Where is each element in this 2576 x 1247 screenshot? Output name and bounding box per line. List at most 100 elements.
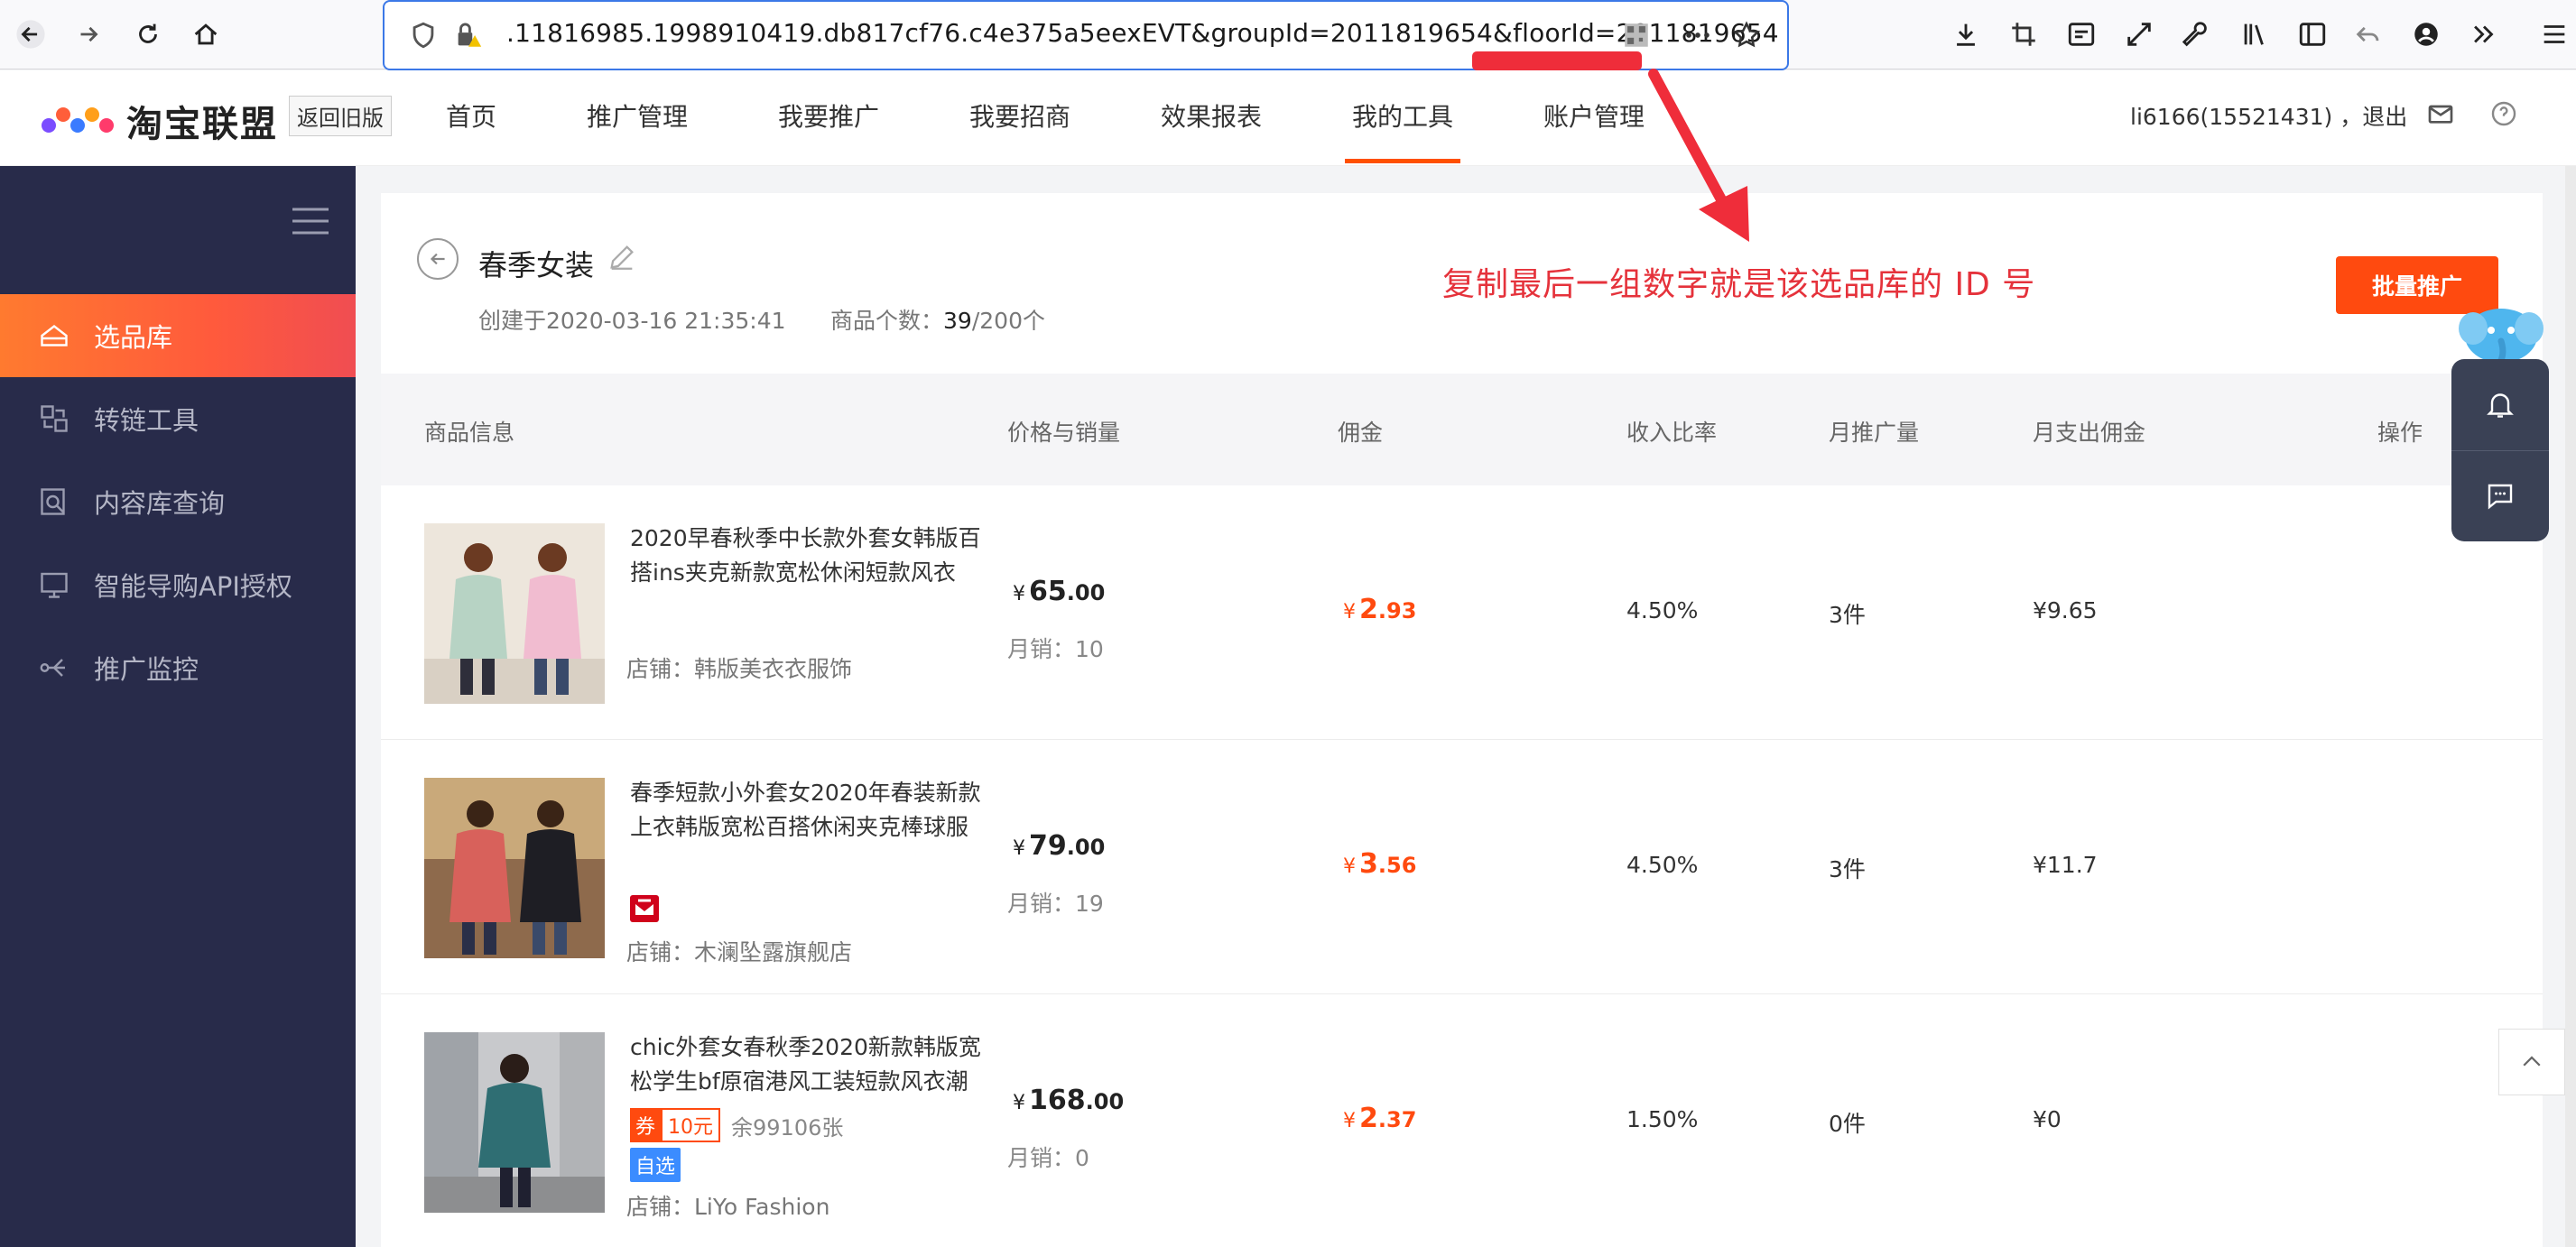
product-thumbnail[interactable] bbox=[424, 778, 605, 958]
library-box-icon bbox=[38, 319, 70, 352]
coupon-value: 10元 bbox=[661, 1108, 721, 1142]
created-time: 创建于2020-03-16 21:35:41 bbox=[478, 308, 786, 334]
shop-name[interactable]: 店铺：LiYo Fashion bbox=[626, 1189, 829, 1222]
col-income-rate: 收入比率 bbox=[1626, 420, 1718, 446]
shop-name[interactable]: 店铺：木澜坠露旗舰店 bbox=[626, 935, 852, 967]
panel-divider bbox=[2451, 450, 2549, 451]
logo-icon bbox=[42, 107, 114, 133]
col-product-info: 商品信息 bbox=[424, 420, 515, 446]
url-bar[interactable]: .11816985.1998910419.db817cf76.c4e375a5e… bbox=[383, 0, 1789, 70]
site-header: 淘宝联盟 返回旧版 首页 推广管理 我要推广 我要招商 效果报表 我的工具 账户… bbox=[0, 70, 2576, 166]
item-count: 商品个数：39/200个 bbox=[830, 308, 1045, 334]
page-scrollbar[interactable] bbox=[2565, 166, 2576, 1247]
sidebar-item-link-tool[interactable]: 转链工具 bbox=[0, 377, 356, 460]
user-info-logout[interactable]: li6166(15521431) ，退出 bbox=[2130, 99, 2407, 132]
coupon-tag[interactable]: 券 10元 余99106张 bbox=[630, 1108, 843, 1142]
more-dots-icon[interactable] bbox=[1682, 20, 1713, 51]
product-title[interactable]: 春季短款小外套女2020年春装新款上衣韩版宽松百搭休闲夹克棒球服 bbox=[630, 776, 982, 845]
nav-promote[interactable]: 我要推广 bbox=[778, 97, 879, 134]
coupon-remaining: 余99106张 bbox=[731, 1114, 844, 1141]
product-thumbnail[interactable] bbox=[424, 1032, 605, 1213]
commission: ¥3.56 bbox=[1343, 848, 1417, 880]
sidebar-toggle-icon[interactable] bbox=[2293, 14, 2332, 54]
table-row[interactable]: chic外套女春秋季2020新款韩版宽松学生bf原宿港风工装短款风衣潮 券 10… bbox=[381, 994, 2543, 1247]
product-price: ¥168.00 bbox=[1013, 1085, 1125, 1116]
income-rate: 4.50% bbox=[1626, 597, 1699, 624]
col-commission: 佣金 bbox=[1338, 420, 1384, 446]
collapse-menu-icon[interactable] bbox=[291, 206, 330, 236]
nav-account[interactable]: 账户管理 bbox=[1543, 97, 1645, 134]
mail-icon[interactable] bbox=[2426, 99, 2455, 128]
account-icon[interactable] bbox=[2406, 14, 2446, 54]
product-title[interactable]: chic外套女春秋季2020新款韩版宽松学生bf原宿港风工装短款风衣潮 bbox=[630, 1030, 982, 1099]
sidebar-item-label: 选品库 bbox=[94, 322, 173, 353]
crop-icon[interactable] bbox=[2004, 14, 2043, 54]
bookmark-star-icon[interactable] bbox=[1731, 20, 1762, 51]
monthly-promo-count: 3件 bbox=[1829, 602, 1866, 628]
floating-tool-panel bbox=[2451, 359, 2549, 541]
undo-icon[interactable] bbox=[2349, 14, 2388, 54]
sidebar-item-selection-library[interactable]: 选品库 bbox=[0, 294, 356, 377]
api-monitor-icon bbox=[38, 568, 70, 601]
old-version-link[interactable]: 返回旧版 bbox=[289, 96, 392, 136]
sidebar: 选品库 转链工具 内容库查询 智能导购API授权 推广监控 bbox=[0, 166, 356, 1247]
reader-icon[interactable] bbox=[2062, 14, 2101, 54]
reload-icon[interactable] bbox=[128, 14, 168, 54]
nav-home[interactable]: 首页 bbox=[446, 97, 496, 134]
nav-my-tools[interactable]: 我的工具 bbox=[1344, 97, 1461, 163]
library-icon[interactable] bbox=[2235, 14, 2275, 54]
monthly-sales: 月销：10 bbox=[1007, 636, 1104, 662]
monthly-spend: ¥9.65 bbox=[2033, 597, 2098, 624]
logo-text: 淘宝联盟 bbox=[126, 104, 278, 145]
monthly-sales: 月销：0 bbox=[1007, 1145, 1089, 1171]
tmall-badge-icon bbox=[630, 895, 659, 922]
product-price: ¥79.00 bbox=[1013, 830, 1106, 862]
product-thumbnail[interactable] bbox=[424, 523, 605, 704]
expand-icon[interactable] bbox=[2119, 14, 2159, 54]
chevron-up-icon bbox=[2523, 1056, 2541, 1067]
annotation-text: 复制最后一组数字就是该选品库的 ID 号 bbox=[1442, 266, 2036, 303]
home-icon[interactable] bbox=[186, 14, 226, 54]
table-row[interactable]: 2020早春秋季中长款外套女韩版百搭ins夹克新款宽松休闲短款风衣 店铺：韩版美… bbox=[381, 485, 2543, 740]
commission: ¥2.37 bbox=[1343, 1103, 1417, 1134]
back-arrow-icon bbox=[430, 253, 445, 265]
sidebar-item-label: 智能导购API授权 bbox=[94, 571, 292, 602]
url-highlight-mark bbox=[1472, 51, 1642, 70]
back-button[interactable] bbox=[417, 238, 459, 280]
table-row[interactable]: 春季短款小外套女2020年春装新款上衣韩版宽松百搭休闲夹克棒球服 店铺：木澜坠露… bbox=[381, 740, 2543, 994]
help-icon[interactable] bbox=[2489, 99, 2518, 128]
qr-code-icon[interactable] bbox=[1621, 20, 1652, 51]
chat-message-icon[interactable] bbox=[2484, 480, 2516, 513]
alimama-logo[interactable]: 淘宝联盟 bbox=[38, 95, 278, 147]
col-monthly-promo: 月推广量 bbox=[1829, 420, 1920, 446]
browser-toolbar: .11816985.1998910419.db817cf76.c4e375a5e… bbox=[0, 0, 2576, 70]
shop-name[interactable]: 店铺：韩版美衣衣服饰 bbox=[626, 651, 852, 684]
monthly-promo-count: 3件 bbox=[1829, 856, 1866, 882]
nav-reports[interactable]: 效果报表 bbox=[1161, 97, 1262, 134]
menu-icon[interactable] bbox=[2534, 14, 2574, 54]
sidebar-item-api-auth[interactable]: 智能导购API授权 bbox=[0, 543, 356, 626]
edit-pencil-icon[interactable] bbox=[607, 242, 637, 272]
url-text: .11816985.1998910419.db817cf76.c4e375a5e… bbox=[506, 18, 1779, 48]
monthly-spend: ¥0 bbox=[2033, 1106, 2062, 1132]
sidebar-item-monitor[interactable]: 推广监控 bbox=[0, 626, 356, 709]
shield-icon[interactable] bbox=[408, 20, 439, 51]
monthly-promo-count: 0件 bbox=[1829, 1111, 1866, 1137]
sidebar-item-label: 转链工具 bbox=[94, 405, 199, 436]
sidebar-item-content-query[interactable]: 内容库查询 bbox=[0, 460, 356, 543]
wrench-icon[interactable] bbox=[2177, 14, 2217, 54]
nav-merchant[interactable]: 我要招商 bbox=[969, 97, 1070, 134]
bell-icon[interactable] bbox=[2484, 388, 2516, 420]
monthly-spend: ¥11.7 bbox=[2033, 852, 2098, 878]
lock-warning-icon[interactable] bbox=[453, 20, 484, 51]
back-arrow-icon[interactable] bbox=[11, 14, 51, 54]
forward-arrow-icon[interactable] bbox=[69, 14, 108, 54]
download-icon[interactable] bbox=[1946, 14, 1986, 54]
library-title: 春季女装 bbox=[478, 248, 595, 282]
coupon-label: 券 bbox=[630, 1108, 662, 1142]
product-title[interactable]: 2020早春秋季中长款外套女韩版百搭ins夹克新款宽松休闲短款风衣 bbox=[630, 522, 982, 590]
monthly-sales: 月销：19 bbox=[1007, 891, 1104, 917]
scroll-to-top-button[interactable] bbox=[2498, 1029, 2565, 1095]
overflow-chevron-icon[interactable] bbox=[2464, 14, 2504, 54]
nav-promotion-management[interactable]: 推广管理 bbox=[587, 97, 688, 134]
